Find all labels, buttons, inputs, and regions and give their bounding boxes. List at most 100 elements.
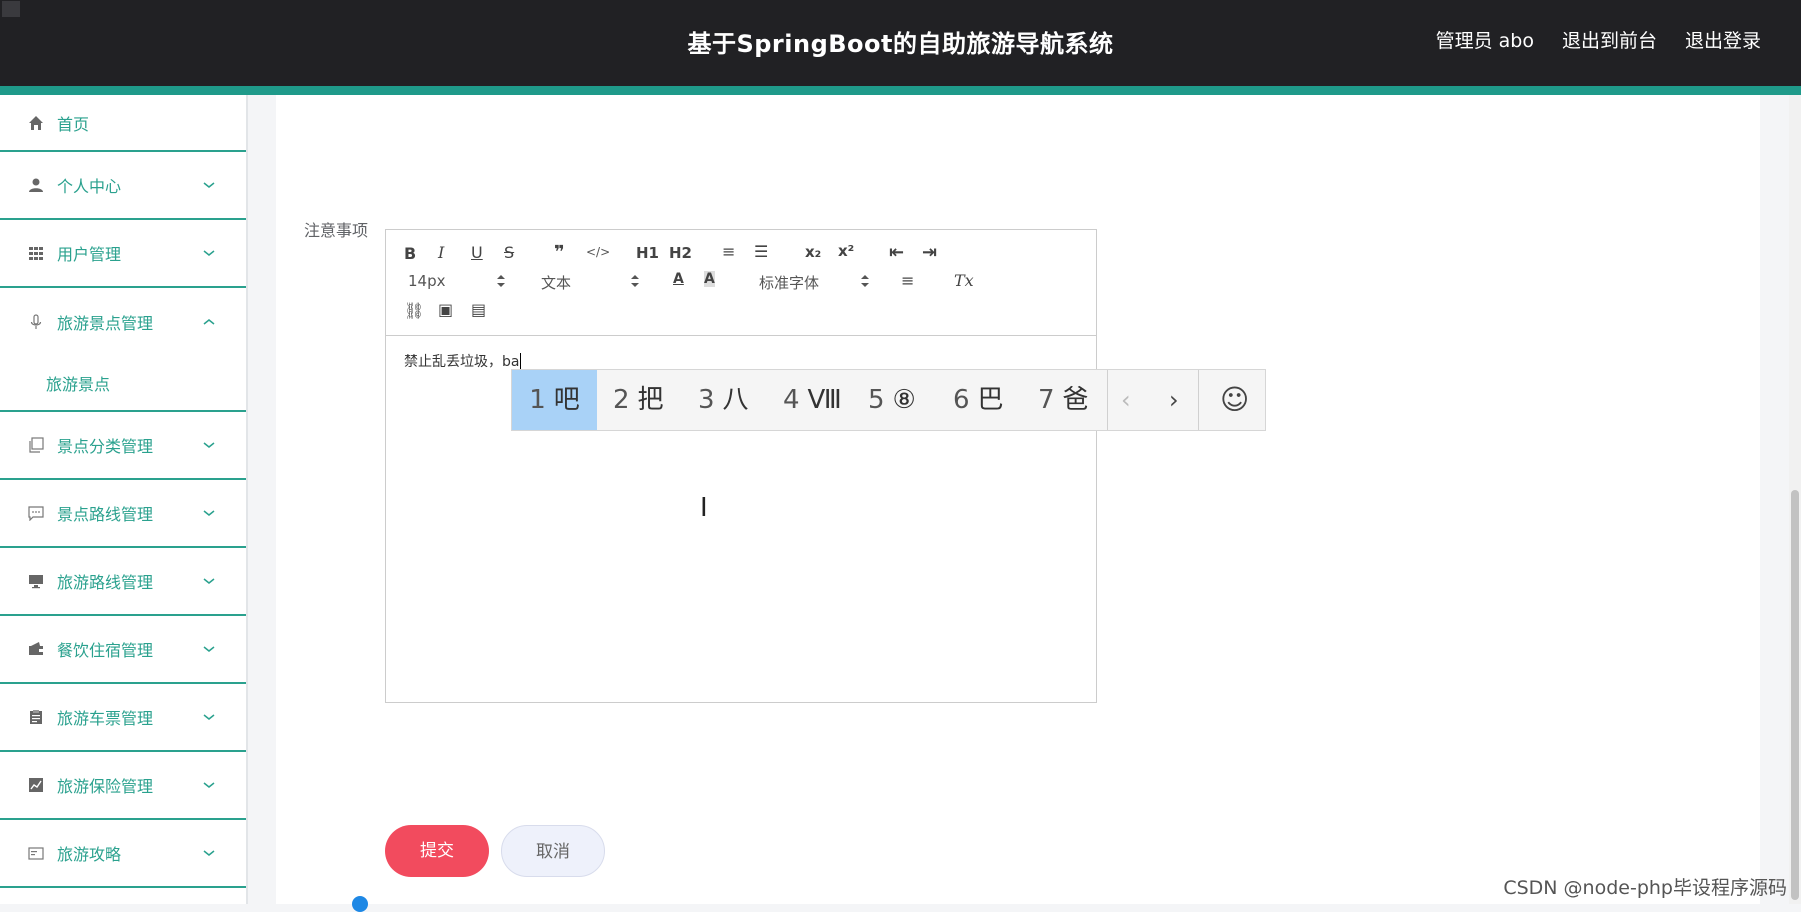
editor-text: 禁止乱丢垃圾，ba (404, 354, 520, 370)
chevron-down-icon (203, 714, 215, 720)
video-button[interactable]: ▤ (471, 300, 486, 319)
chevron-updown-icon (497, 275, 505, 287)
image-button[interactable]: ▣ (438, 300, 453, 319)
ime-candidate[interactable]: 5⑧ (868, 370, 916, 430)
sidebar-subitem-attractions[interactable]: 旅游景点 (0, 356, 246, 412)
logout-link[interactable]: 退出登录 (1685, 26, 1761, 53)
sidebar-item-label: 旅游景点管理 (57, 314, 154, 333)
sidebar-item-label: 餐饮住宿管理 (57, 641, 154, 660)
text-caret (520, 353, 522, 369)
ime-candidate[interactable]: 3八 (698, 370, 749, 430)
ime-candidate[interactable]: 1吧 (512, 370, 597, 430)
ime-candidate[interactable]: 6巴 (953, 370, 1004, 430)
sidebar-item-user-management[interactable]: 用户管理 (0, 220, 246, 288)
sidebar-item-insurance-management[interactable]: 旅游保险管理 (0, 752, 246, 820)
heading1-button[interactable]: H1 (636, 244, 659, 262)
chevron-down-icon (203, 442, 215, 448)
superscript-button[interactable]: x² (838, 242, 854, 260)
sidebar-item-label: 旅游攻略 (57, 845, 122, 864)
sidebar-item-label: 用户管理 (57, 245, 122, 264)
admin-user-link[interactable]: 管理员 abo (1436, 26, 1534, 53)
sidebar-item-category-management[interactable]: 景点分类管理 (0, 412, 246, 480)
ime-next-page-icon[interactable]: › (1169, 370, 1179, 430)
watermark: CSDN @node-php毕设程序源码 (1503, 877, 1787, 899)
sidebar-item-label: 旅游保险管理 (57, 777, 154, 796)
card-icon (28, 847, 44, 860)
header-accent-bar (0, 86, 1801, 95)
grid-icon (29, 247, 43, 260)
ime-candidate[interactable]: 2把 (613, 370, 664, 430)
text-color-button[interactable]: A (673, 271, 684, 287)
microphone-icon (30, 314, 42, 329)
ordered-list-button[interactable]: ≡ (722, 242, 735, 261)
floating-indicator (352, 896, 368, 912)
text-cursor-icon: I (700, 493, 708, 523)
chevron-up-icon (203, 319, 215, 325)
bold-button[interactable]: B (404, 244, 416, 263)
chevron-down-icon (203, 578, 215, 584)
exit-to-frontend-link[interactable]: 退出到前台 (1562, 26, 1657, 53)
ime-separator (1107, 370, 1108, 430)
sidebar-item-attraction-management[interactable]: 旅游景点管理 (0, 288, 246, 356)
chevron-down-icon (203, 646, 215, 652)
cancel-button[interactable]: 取消 (501, 825, 605, 877)
sidebar-item-label: 景点分类管理 (57, 437, 154, 456)
ime-candidate[interactable]: 4Ⅷ (783, 370, 842, 430)
sidebar-item-label: 个人中心 (57, 177, 122, 196)
window-corner-mark (2, 1, 20, 17)
notes-field-label: 注意事项 (304, 221, 369, 240)
ime-emoji-icon[interactable]: ☺ (1220, 370, 1249, 430)
sidebar-item-label: 景点路线管理 (57, 505, 154, 524)
background-color-button[interactable]: A (704, 271, 715, 287)
subscript-button[interactable]: x₂ (805, 243, 821, 261)
clean-format-button[interactable]: Tx (954, 271, 974, 290)
chart-icon (29, 778, 43, 792)
chat-icon (28, 506, 44, 521)
submit-button[interactable]: 提交 (385, 825, 489, 877)
bullet-list-button[interactable]: ☰ (754, 242, 768, 261)
chevron-down-icon (203, 250, 215, 256)
blockquote-button[interactable]: ❞ (554, 242, 565, 263)
sidebar-item-ticket-management[interactable]: 旅游车票管理 (0, 684, 246, 752)
sidebar-item-tour-route-management[interactable]: 旅游路线管理 (0, 548, 246, 616)
top-bar: 基于SpringBoot的自助旅游导航系统 管理员 abo 退出到前台 退出登录 (0, 0, 1801, 86)
ime-separator (1198, 370, 1199, 430)
home-icon (29, 115, 43, 130)
heading2-button[interactable]: H2 (669, 244, 692, 262)
chevron-down-icon (203, 850, 215, 856)
sidebar-item-route-management[interactable]: 景点路线管理 (0, 480, 246, 548)
scrollbar-thumb[interactable] (1791, 490, 1799, 900)
editor-content[interactable]: 禁止乱丢垃圾，ba (404, 351, 522, 371)
sidebar-item-label: 旅游路线管理 (57, 573, 154, 592)
outdent-button[interactable]: ⇤ (889, 242, 904, 263)
link-button[interactable]: ⛓ (404, 301, 424, 320)
align-button[interactable]: ≡ (901, 271, 914, 290)
sidebar-item-home[interactable]: 首页 (0, 95, 246, 152)
header-select[interactable]: 文本 (541, 272, 571, 293)
sidebar-item-personal-center[interactable]: 个人中心 (0, 152, 246, 220)
strikethrough-button[interactable]: S (504, 243, 514, 262)
wallet-icon (29, 642, 43, 655)
chevron-down-icon (203, 182, 215, 188)
rich-text-editor[interactable]: B I U S ❞ </> H1 H2 ≡ ☰ x₂ x² ⇤ ⇥ 14px 文… (385, 229, 1097, 703)
chevron-updown-icon (861, 275, 869, 287)
user-icon (29, 178, 43, 192)
editor-toolbar: B I U S ❞ </> H1 H2 ≡ ☰ x₂ x² ⇤ ⇥ 14px 文… (386, 230, 1096, 336)
ime-prev-page-icon[interactable]: ‹ (1121, 370, 1131, 430)
top-links: 管理员 abo 退出到前台 退出登录 (1436, 26, 1761, 53)
monitor-icon (29, 575, 43, 589)
font-family-select[interactable]: 标准字体 (759, 272, 819, 293)
ime-candidate[interactable]: 7爸 (1038, 370, 1089, 430)
underline-button[interactable]: U (471, 243, 483, 262)
font-size-select[interactable]: 14px (408, 272, 446, 290)
sidebar-item-label: 旅游车票管理 (57, 709, 154, 728)
chevron-down-icon (203, 782, 215, 788)
sidebar-subitem-label: 旅游景点 (46, 375, 111, 394)
code-block-button[interactable]: </> (586, 245, 610, 259)
sidebar-item-travel-guide[interactable]: 旅游攻略 (0, 820, 246, 888)
chevron-updown-icon (631, 275, 639, 287)
italic-button[interactable]: I (438, 243, 444, 262)
sidebar: 首页 个人中心 用户管理 旅游景点管理 旅游景点 景点分类管理 景点路线管理 旅… (0, 95, 248, 904)
indent-button[interactable]: ⇥ (922, 242, 937, 263)
sidebar-item-dining-lodging-management[interactable]: 餐饮住宿管理 (0, 616, 246, 684)
